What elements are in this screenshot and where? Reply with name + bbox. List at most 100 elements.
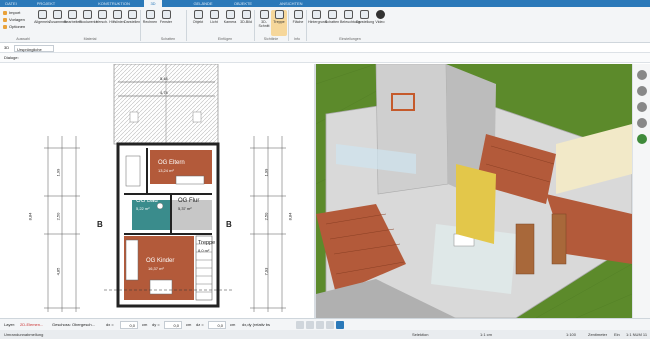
ribbon-tab-bar: DATEI PROJEKT KONSTRUKTION 3D GELÄNDE OB…	[0, 0, 650, 7]
render-icon	[359, 10, 369, 19]
ribbon-btn-3d-bild[interactable]: 3D-Bild	[238, 10, 254, 36]
ribbon-separator	[140, 10, 141, 41]
dx-input[interactable]: 0,0	[120, 321, 138, 329]
house-icon[interactable]	[636, 102, 647, 112]
ribbon-btn-licht[interactable]: Licht	[206, 10, 222, 36]
room-bad[interactable]	[132, 200, 170, 230]
calc-icon	[145, 10, 155, 19]
view-dropdown[interactable]: Ursprüngliche	[14, 44, 54, 52]
quick-vorlagen[interactable]: Vorlagen	[2, 16, 36, 23]
ribbon-btn-zusammen[interactable]: Zusammen	[49, 10, 67, 36]
ribbon-btn-flaeche[interactable]: Fläche	[290, 10, 306, 36]
status-selection: Selektion	[412, 332, 429, 337]
measure-icon[interactable]	[326, 321, 334, 329]
cloud-icon	[311, 10, 321, 19]
cursor-icon	[37, 10, 47, 19]
group-label-einfuegen: Einfügen	[217, 37, 233, 41]
dim-left-mid: 2,50	[55, 212, 61, 221]
room-area-treppe: 8,0 m²	[198, 248, 210, 253]
ribbon-btn-objekt[interactable]: Objekt	[190, 10, 206, 36]
ribbon-btn-hilfslinien[interactable]: Hilfslinien	[109, 10, 125, 36]
status-scale: 1:100	[566, 332, 577, 337]
view-toolbar: 3D Ursprüngliche	[0, 43, 650, 53]
room-label-flur: OG Flur	[178, 198, 200, 204]
ortho-icon[interactable]	[316, 321, 324, 329]
ribbon-btn-beleuchtung[interactable]: Beleuchtung	[340, 10, 360, 36]
ribbon-btn-schatten[interactable]: Schatten	[324, 10, 340, 36]
group-label-info: Info	[294, 37, 300, 41]
section-icon	[259, 10, 269, 19]
ribbon-btn-verschieben[interactable]: Versch.	[94, 10, 110, 36]
3d-view[interactable]	[316, 64, 632, 318]
status-num: 1:1 NUM 11	[626, 332, 648, 337]
move-icon	[97, 10, 107, 19]
tab-ansichten[interactable]: ANSICHTEN	[270, 0, 312, 7]
tab-objekte[interactable]: OBJEKTE	[226, 0, 260, 7]
active-mode-icon[interactable]	[336, 321, 344, 329]
dim-left-seg2: 4,85	[55, 267, 61, 276]
3d-canvas[interactable]	[316, 64, 632, 318]
room-label-kinder: OG Kinder	[146, 258, 175, 264]
dy-input[interactable]: 0,0	[164, 321, 182, 329]
ribbon-btn-treppe[interactable]: Treppe	[271, 10, 287, 36]
dim-left-total: 8,84	[27, 212, 33, 221]
shadow-icon	[327, 10, 337, 19]
light-icon	[209, 10, 219, 19]
layers-icon[interactable]	[636, 118, 647, 128]
ribbon-btn-hintergrund[interactable]: Hintergrund	[308, 10, 327, 36]
group-label-auswahl: Auswahl	[16, 37, 30, 41]
room-area-flur: 5,37 m²	[178, 206, 192, 211]
edit-icon	[67, 10, 77, 19]
tab-gelaende[interactable]: GELÄNDE	[182, 0, 224, 7]
quick-import[interactable]: Import	[2, 9, 36, 16]
room-area-kinder: 16,37 m²	[148, 266, 164, 271]
quick-optionen[interactable]: Optionen	[2, 23, 36, 30]
floor-plan-view[interactable]: OG Eltern 13,24 m² OG Bad 5,22 m² OG Flu…	[0, 64, 316, 318]
play-icon	[375, 10, 385, 19]
tab-konstruktion[interactable]: KONSTRUKTION	[84, 0, 144, 7]
ribbon-btn-video[interactable]: Video	[372, 10, 388, 36]
section-mark-left: B	[97, 220, 103, 229]
tab-datei[interactable]: DATEI	[0, 0, 22, 7]
ribbon-btn-darstellen[interactable]: Darstellen	[124, 10, 140, 36]
view-tab-label[interactable]: 3D	[4, 43, 9, 53]
ribbon-btn-bearbeiten[interactable]: Bearbeiten	[64, 10, 81, 36]
right-view-toolbar	[632, 64, 650, 318]
dim-right-seg1: 1,99	[263, 168, 269, 177]
camera-icon	[225, 10, 235, 19]
ribbon-separator	[306, 10, 307, 41]
ribbon-btn-darstellung[interactable]: Darstellung	[356, 10, 374, 36]
ribbon-btn-rechnen[interactable]: Rechnen	[142, 10, 158, 36]
dim-left-seg1: 1,99	[55, 168, 61, 177]
dim-top-2: 4,74	[160, 90, 168, 95]
tab-projekt[interactable]: PROJEKT	[26, 0, 66, 7]
ribbon-btn-allgemein[interactable]: Allgemein	[34, 10, 50, 36]
person-icon[interactable]	[636, 86, 647, 96]
tree-icon[interactable]	[636, 134, 647, 144]
room-label-bad: OG Bad	[136, 198, 158, 204]
dz-input[interactable]: 0,0	[208, 321, 226, 329]
ribbon-btn-3d-schnitt[interactable]: 3D-Schnitt	[256, 10, 272, 36]
dim-right-seg3: 7,93	[263, 267, 269, 276]
floor-plan-canvas[interactable]	[0, 64, 316, 318]
merge-icon	[52, 10, 62, 19]
snap-icon[interactable]	[296, 321, 304, 329]
group-label-sichtlinie: Sichtlinie	[263, 37, 279, 41]
ribbon-btn-fenster[interactable]: Fenster	[158, 10, 174, 36]
navigation-icon[interactable]	[636, 70, 647, 80]
status-unit: Zentimeter	[588, 332, 608, 337]
grid-icon[interactable]	[306, 321, 314, 329]
ribbon-btn-kamera[interactable]: Kamera	[222, 10, 238, 36]
group-label-schatten: Schatten	[160, 37, 176, 41]
bottom-status-bar: Umrandunnabmellung Selektion 1:1 cm 1:10…	[0, 330, 650, 339]
tab-3d[interactable]: 3D	[144, 0, 162, 7]
ribbon-btn-stockwerke[interactable]: Stockwerke	[79, 10, 98, 36]
stairs-icon	[274, 10, 284, 19]
status-coords: Ein	[614, 332, 620, 337]
status-message: Umrandunnabmellung	[4, 332, 44, 337]
room-flur[interactable]	[172, 200, 212, 230]
display-icon	[127, 10, 137, 19]
window-icon	[161, 10, 171, 19]
dim-top-1: 5,44	[160, 76, 168, 81]
section-mark-right: B	[226, 220, 232, 229]
